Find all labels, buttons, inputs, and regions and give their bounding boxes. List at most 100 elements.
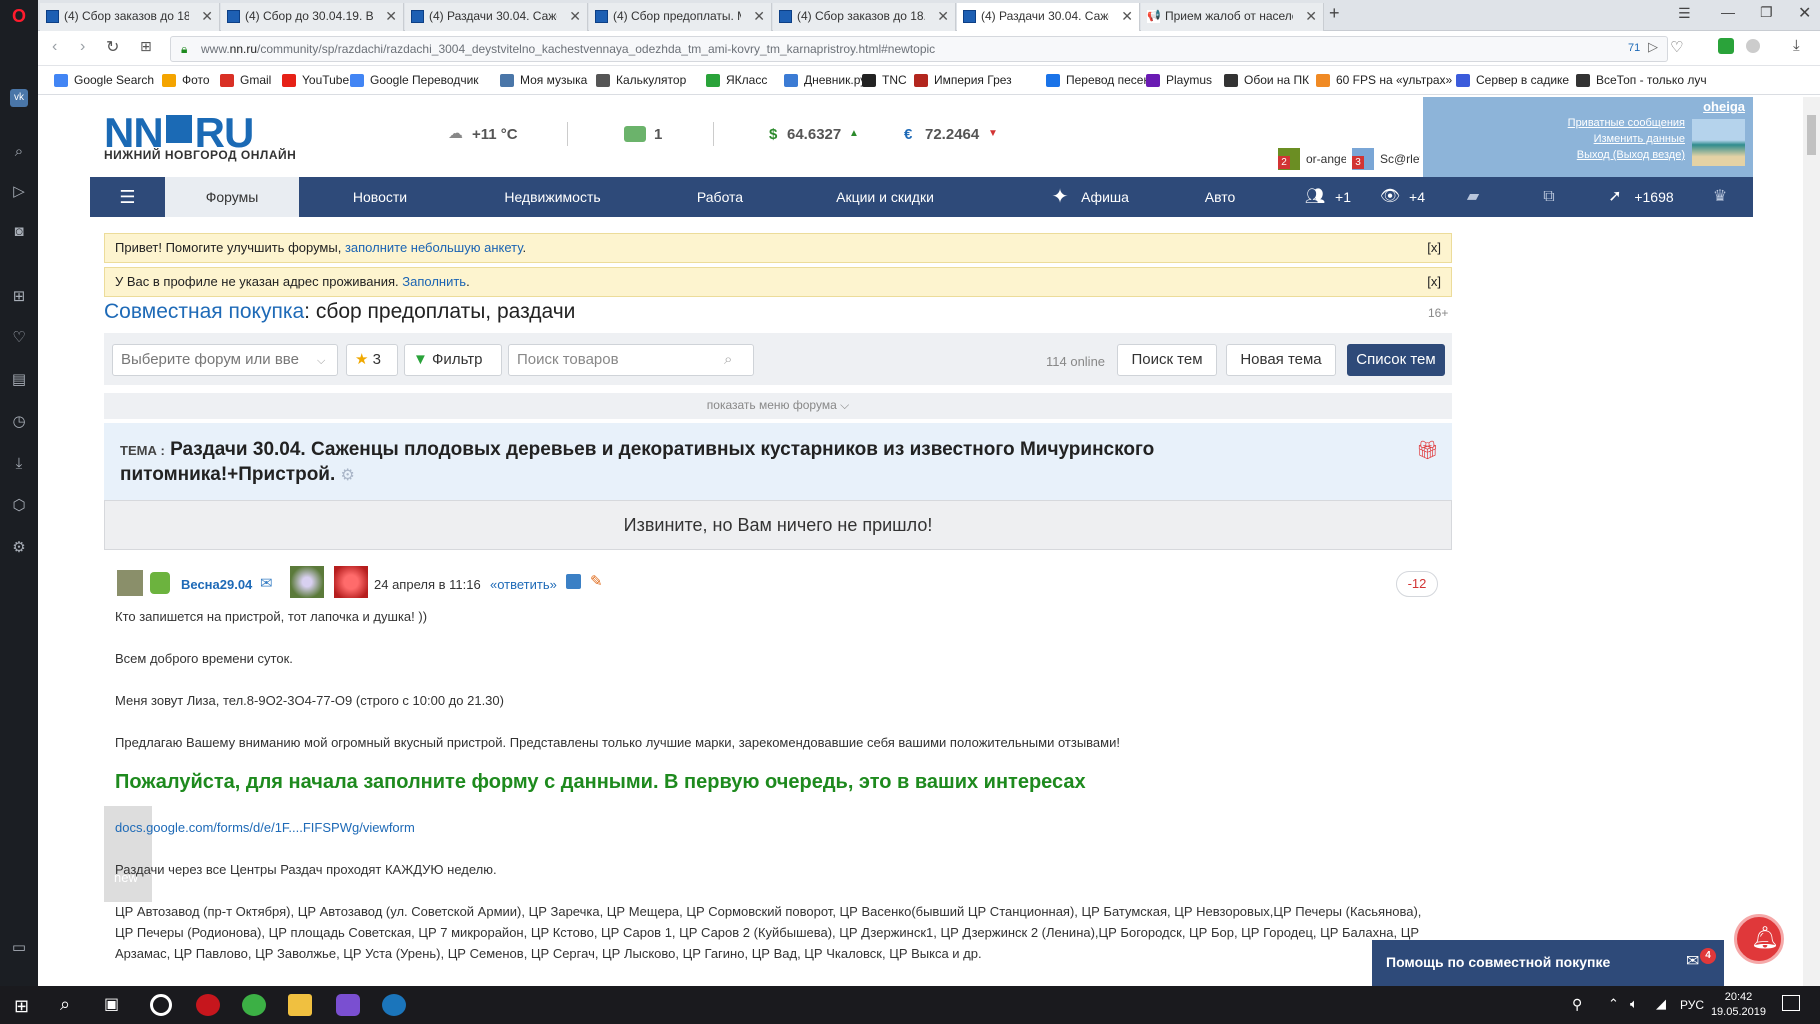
tab-6-active[interactable]: (4) Раздачи 30.04. Сажен ✕: [957, 3, 1140, 31]
views-delta[interactable]: +4: [1402, 177, 1432, 217]
network-icon[interactable]: ◢: [1656, 996, 1666, 1012]
friends-delta[interactable]: +1: [1328, 177, 1358, 217]
bookmark-item[interactable]: Google Search: [54, 73, 154, 87]
send-icon[interactable]: ▷: [0, 180, 38, 204]
nav-afisha[interactable]: Афиша: [1075, 177, 1135, 217]
bookmark-item[interactable]: Google Переводчик: [350, 73, 479, 87]
close-notice-button[interactable]: [x]: [1427, 234, 1441, 262]
close-tab-icon[interactable]: ✕: [753, 3, 765, 29]
gear-icon[interactable]: ⚙: [341, 467, 355, 484]
tabs-grid-icon[interactable]: ⊞: [140, 38, 152, 55]
author-avatar[interactable]: [117, 570, 143, 596]
post-rating[interactable]: -12: [1396, 571, 1438, 597]
bookmark-item[interactable]: ЯКласс: [706, 73, 767, 87]
bookmark-item[interactable]: Моя музыка: [500, 73, 587, 87]
bookmark-item[interactable]: Gmail: [220, 73, 271, 87]
chevron-down-icon[interactable]: ⌵: [317, 355, 325, 368]
bookmark-item[interactable]: Калькулятор: [596, 73, 686, 87]
speed-dial-icon[interactable]: ⊞: [0, 285, 38, 309]
google-form-link[interactable]: docs.google.com/forms/d/e/1F....FIFSPWg/…: [115, 820, 415, 835]
close-tab-icon[interactable]: ✕: [1121, 3, 1133, 29]
bookmark-item[interactable]: Фото: [162, 73, 210, 87]
tab-1[interactable]: (4) Сбор заказов до 18.02 ✕: [40, 3, 220, 31]
scrollbar-thumb[interactable]: [1807, 115, 1816, 155]
nav-forums[interactable]: Форумы: [165, 177, 299, 217]
nav-auto[interactable]: Авто: [1190, 177, 1250, 217]
history-icon[interactable]: ◷: [0, 410, 38, 434]
nav-promo[interactable]: Акции и скидки: [805, 177, 965, 217]
windows-start-icon[interactable]: ⊞: [14, 996, 29, 1017]
close-tab-icon[interactable]: ✕: [937, 3, 949, 29]
url-field[interactable]: 🔒︎ www.nn.ru/community/sp/razdachi/razda…: [170, 36, 1668, 62]
close-window-icon[interactable]: ✕: [1798, 3, 1811, 23]
minimize-icon[interactable]: —: [1721, 4, 1735, 20]
notification-bell-icon[interactable]: 🔔︎: [1734, 914, 1784, 964]
tray-chevron-icon[interactable]: ⌃: [1608, 996, 1619, 1012]
chat-icon[interactable]: ▰: [1458, 177, 1488, 217]
messenger-taskbar-icon[interactable]: [336, 994, 360, 1016]
bookmark-item[interactable]: Дневник.ру: [784, 73, 866, 87]
close-tab-icon[interactable]: ✕: [1305, 3, 1317, 29]
forum-select[interactable]: Выберите форум или вве: [112, 344, 338, 376]
reload-icon[interactable]: ↻: [106, 37, 119, 57]
bookmark-item[interactable]: Перевод песен: [1046, 73, 1150, 87]
change-data-link[interactable]: Изменить данные: [1594, 133, 1685, 145]
nav-news[interactable]: Новости: [330, 177, 430, 217]
reply-link[interactable]: «ответить»: [490, 577, 557, 592]
vpn-icon[interactable]: [1746, 39, 1760, 53]
task-view-icon[interactable]: ▣: [104, 994, 119, 1014]
clock[interactable]: 20:42 19.05.2019: [1711, 990, 1766, 1020]
search-icon[interactable]: ⌕: [0, 140, 38, 164]
user-avatar[interactable]: [1692, 119, 1745, 166]
new-tab-button[interactable]: +: [1329, 3, 1340, 24]
topic-list-button[interactable]: Список тем: [1347, 344, 1445, 376]
back-icon[interactable]: ‹: [52, 38, 57, 56]
search-icon[interactable]: ⌕: [724, 351, 732, 368]
people-icon[interactable]: ⚲: [1572, 996, 1582, 1013]
crown-icon[interactable]: ♛: [1705, 177, 1735, 217]
downloads-icon[interactable]: ⤓: [1793, 37, 1800, 54]
news-icon[interactable]: ▤: [0, 368, 38, 392]
windows-icon[interactable]: ⧉: [1534, 177, 1564, 217]
opera-logo-icon[interactable]: O: [0, 4, 38, 28]
forward-icon[interactable]: ›: [80, 38, 85, 56]
friend-name[interactable]: or-ange: [1306, 152, 1346, 166]
page-scrollbar[interactable]: [1803, 97, 1820, 986]
friend-name[interactable]: Sc@rlet: [1380, 152, 1420, 166]
logout-link[interactable]: Выход (Выход везде): [1577, 149, 1685, 161]
show-forum-menu[interactable]: показать меню форума ⌵: [104, 393, 1452, 419]
traffic-jams-value[interactable]: 1: [654, 126, 662, 143]
weather-value[interactable]: +11 °C: [472, 126, 518, 143]
joint-purchase-help-panel[interactable]: Помощь по совместной покупке ✉ 4: [1372, 940, 1724, 986]
username-link[interactable]: oheiga: [1703, 99, 1745, 114]
views-eye-icon[interactable]: 👁︎: [1375, 177, 1405, 217]
tab-menu-icon[interactable]: ☰: [1678, 5, 1691, 22]
steam-taskbar-icon[interactable]: [382, 994, 406, 1016]
action-center-icon[interactable]: [1782, 995, 1800, 1011]
eur-rate[interactable]: 72.2464: [925, 126, 979, 143]
filter-button[interactable]: ▼ Фильтр: [404, 344, 502, 376]
opera-taskbar-icon[interactable]: [196, 994, 220, 1016]
karma-value[interactable]: +1698: [1628, 177, 1680, 217]
tab-5[interactable]: (4) Сбор заказов до 18.02 ✕: [773, 3, 956, 31]
close-tab-icon[interactable]: ✕: [201, 3, 213, 29]
bookmark-item[interactable]: Playmus: [1146, 73, 1212, 87]
download-icon[interactable]: ⤓: [0, 452, 38, 476]
mail-icon[interactable]: ✉: [260, 574, 273, 592]
extension-icon[interactable]: [1718, 38, 1734, 54]
gift-icon[interactable]: 🎁︎: [1416, 440, 1439, 461]
product-search-input[interactable]: Поиск товаров: [508, 344, 754, 376]
bookmark-item[interactable]: Сервер в садике: [1456, 73, 1569, 87]
tab-3[interactable]: (4) Раздачи 30.04. Сажен ✕: [405, 3, 588, 31]
snapshot-icon[interactable]: ▷: [1648, 39, 1658, 55]
adblock-count[interactable]: 71: [1628, 42, 1640, 54]
usd-rate[interactable]: 64.6327: [787, 126, 841, 143]
taskbar-app-icon[interactable]: [150, 994, 172, 1016]
settings-icon[interactable]: ⚙: [0, 536, 38, 560]
vk-icon[interactable]: vk: [0, 84, 38, 108]
author-name[interactable]: Весна29.04: [181, 577, 252, 592]
bookmark-item[interactable]: TNC: [862, 73, 907, 87]
bookmark-item[interactable]: Империя Грез: [914, 73, 1012, 87]
gift-points-icon[interactable]: [566, 574, 581, 589]
explorer-taskbar-icon[interactable]: [288, 994, 312, 1016]
